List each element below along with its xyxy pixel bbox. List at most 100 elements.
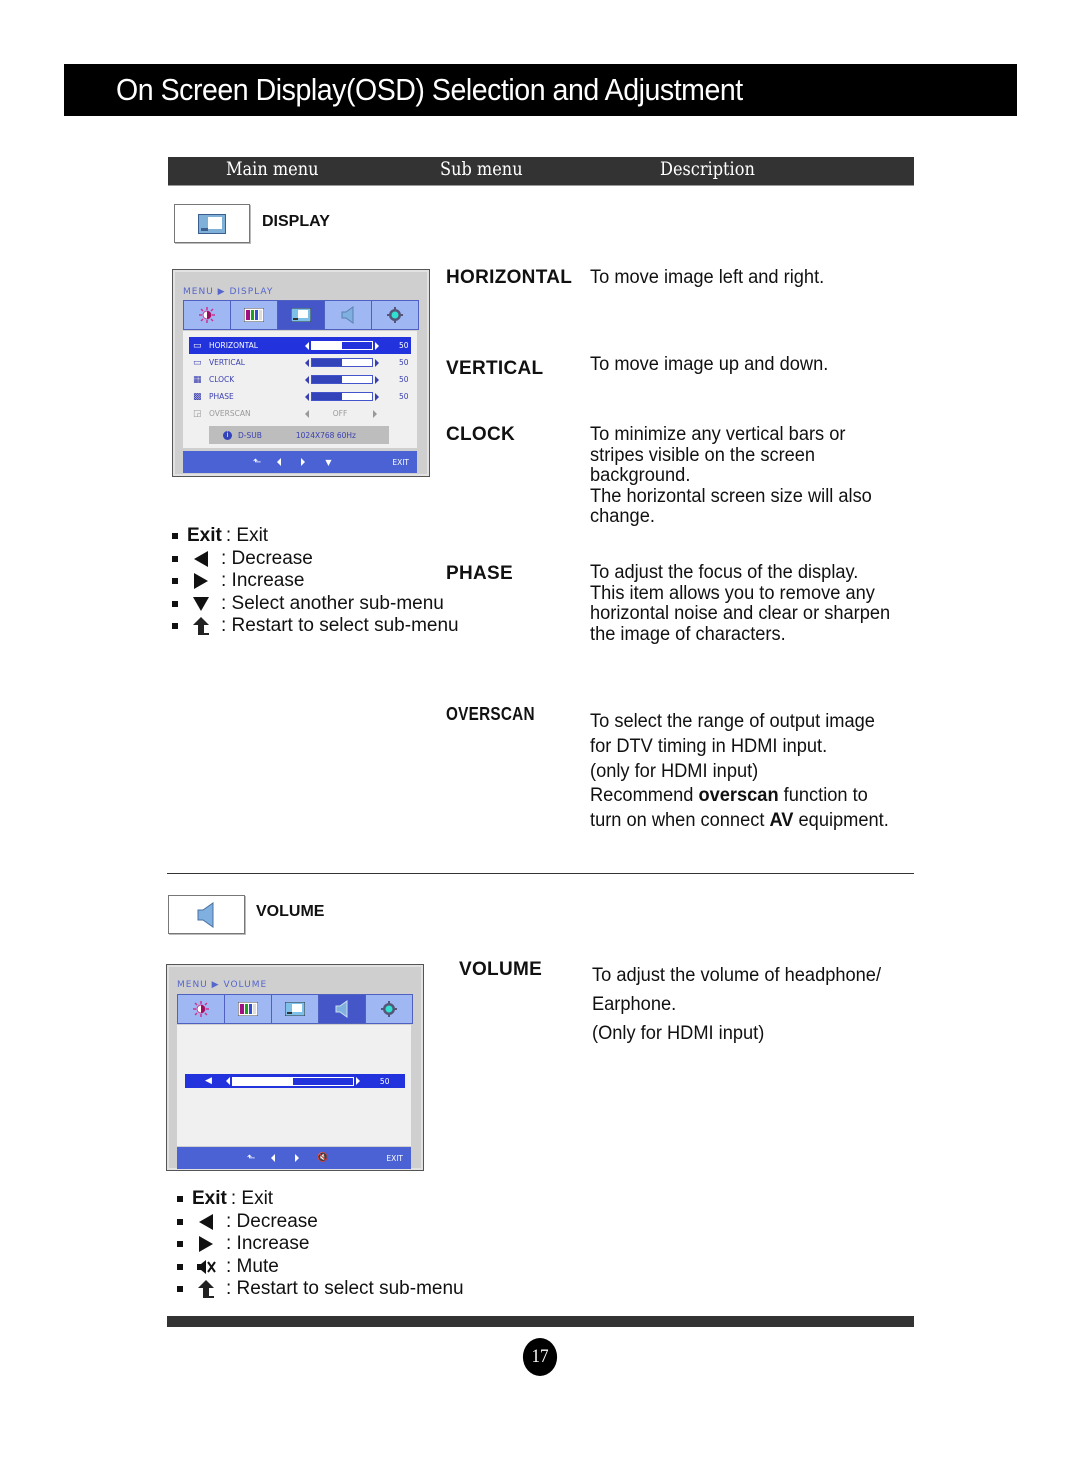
volume-icon <box>341 306 354 324</box>
osd-row-value: 50 <box>399 341 409 350</box>
desc-line: Recommend overscan function to <box>590 784 889 809</box>
osd-tab-display[interactable] <box>272 995 319 1023</box>
breadcrumb-item: DISPLAY <box>229 287 274 297</box>
decrease-arrow-icon[interactable] <box>305 358 309 367</box>
osd-row-option: OFF <box>332 409 348 418</box>
display-menu-icon-box <box>174 204 250 243</box>
bullet-icon <box>172 555 178 562</box>
right-triangle-icon <box>192 1235 220 1253</box>
osd-row-slider-fill <box>312 342 342 349</box>
submenu-horizontal: HORIZONTAL <box>446 267 573 288</box>
increase-arrow-icon[interactable] <box>375 392 379 401</box>
return-arrow-icon[interactable]: ⬑ <box>247 1153 255 1164</box>
right-arrow-icon[interactable] <box>295 1154 300 1162</box>
return-arrow-icon[interactable]: ⬑ <box>253 457 261 468</box>
osd-tab-settings[interactable] <box>366 995 412 1023</box>
osd-row-horizontal[interactable]: ▭ HORIZONTAL 50 <box>189 337 411 354</box>
decrease-arrow-icon[interactable] <box>305 392 309 401</box>
increase-arrow-icon[interactable] <box>375 341 379 350</box>
legend-text: : Select another sub-menu <box>221 592 444 614</box>
info-icon: i <box>223 430 232 440</box>
breadcrumb-item: VOLUME <box>223 980 268 990</box>
volume-icon <box>335 1000 348 1018</box>
down-arrow-icon[interactable]: ▼ <box>325 458 331 467</box>
volume-slider[interactable] <box>231 1076 354 1086</box>
legend-text: : Exit <box>230 1188 274 1209</box>
osd-tab-color[interactable] <box>231 301 278 329</box>
osd-row-value: 50 <box>399 358 409 367</box>
overscan-icon: ◲ <box>193 408 202 419</box>
bullet-icon <box>177 1286 183 1293</box>
mute-icon[interactable]: 🔇 <box>317 1153 328 1163</box>
desc-line: To adjust the focus of the display. <box>590 562 859 583</box>
bottom-rule <box>167 1316 914 1327</box>
legend-item: : Decrease <box>172 548 459 571</box>
osd-row-overscan[interactable]: ◲ OVERSCAN OFF <box>189 405 411 422</box>
osd-row-slider[interactable] <box>311 341 373 350</box>
legend-item: : Select another sub-menu <box>172 593 459 616</box>
volume-value: 50 <box>379 1076 390 1086</box>
osd-tab-bar <box>177 994 413 1024</box>
right-arrow-icon[interactable] <box>301 458 306 466</box>
mute-icon <box>192 1258 220 1276</box>
osd-tab-color[interactable] <box>225 995 272 1023</box>
decrease-arrow-icon[interactable] <box>305 375 309 384</box>
osd-tab-display[interactable] <box>278 301 325 329</box>
volume-slider-fill <box>232 1077 293 1085</box>
osd-footer: ⬑ 🔇 EXIT <box>177 1147 411 1169</box>
osd-row-vertical[interactable]: ▭ VERTICAL 50 <box>189 354 411 371</box>
legend-text: : Exit <box>225 525 269 546</box>
legend-item: : Increase <box>177 1233 464 1256</box>
osd-row-label: PHASE <box>209 392 234 401</box>
osd-row-slider[interactable] <box>311 358 373 367</box>
brightness-icon <box>199 307 215 323</box>
brightness-icon <box>193 1001 209 1017</box>
header-sub-menu: Sub menu <box>440 158 523 180</box>
osd-row-phase[interactable]: ▩ PHASE 50 <box>189 388 411 405</box>
osd-row-slider-fill <box>312 393 342 400</box>
increase-arrow-icon[interactable] <box>375 358 379 367</box>
increase-arrow-icon[interactable] <box>355 1077 360 1085</box>
desc-line: To minimize any vertical bars or <box>590 424 846 445</box>
decrease-arrow-icon[interactable] <box>225 1077 230 1085</box>
volume-menu-icon-box <box>168 895 245 934</box>
breadcrumb-menu: MENU <box>177 980 208 990</box>
osd-row-slider[interactable] <box>311 392 373 401</box>
osd-tab-volume[interactable] <box>325 301 372 329</box>
submenu-phase: PHASE <box>446 563 513 584</box>
settings-gear-icon <box>387 307 403 323</box>
volume-slider-row[interactable]: ◀ 50 <box>185 1074 405 1088</box>
table-header: Main menu Sub menu Description <box>168 157 914 186</box>
osd-row-slider[interactable] <box>311 375 373 384</box>
desc-line: (only for HDMI input) <box>590 760 759 782</box>
legend-key: Exit <box>192 1188 227 1209</box>
left-arrow-icon[interactable] <box>277 458 282 466</box>
osd-tab-volume[interactable] <box>319 995 366 1023</box>
increase-arrow-icon[interactable] <box>375 375 379 384</box>
desc-line: (Only for HDMI input) <box>592 1023 765 1044</box>
legend-text: : Restart to select sub-menu <box>221 615 459 636</box>
desc-line: To move image up and down. <box>590 354 829 375</box>
increase-arrow-icon[interactable] <box>373 409 377 418</box>
decrease-arrow-icon[interactable] <box>305 341 309 350</box>
osd-exit-button[interactable]: EXIT <box>392 458 409 467</box>
legend-item: : Restart to select sub-menu <box>172 615 459 638</box>
osd-tab-brightness[interactable] <box>178 995 225 1023</box>
bullet-icon <box>177 1196 183 1203</box>
osd-tab-brightness[interactable] <box>184 301 231 329</box>
return-arrow-icon <box>192 1279 220 1299</box>
display-section-label: DISPLAY <box>262 213 330 230</box>
desc-line: To adjust the volume of headphone/ <box>592 965 882 986</box>
phase-icon: ▩ <box>193 391 202 402</box>
legend-item: : Increase <box>172 570 459 593</box>
page-title: On Screen Display(OSD) Selection and Adj… <box>116 72 743 107</box>
legend-key: Exit <box>187 525 222 546</box>
left-arrow-icon[interactable] <box>271 1154 276 1162</box>
osd-row-clock[interactable]: ▦ CLOCK 50 <box>189 371 411 388</box>
osd-exit-button[interactable]: EXIT <box>386 1154 403 1163</box>
desc-line: turn on when connect AV equipment. <box>590 809 889 834</box>
osd-tab-settings[interactable] <box>372 301 418 329</box>
section-divider <box>167 873 914 874</box>
speaker-icon: ◀ <box>205 1076 212 1086</box>
osd-tab-bar <box>183 300 419 330</box>
